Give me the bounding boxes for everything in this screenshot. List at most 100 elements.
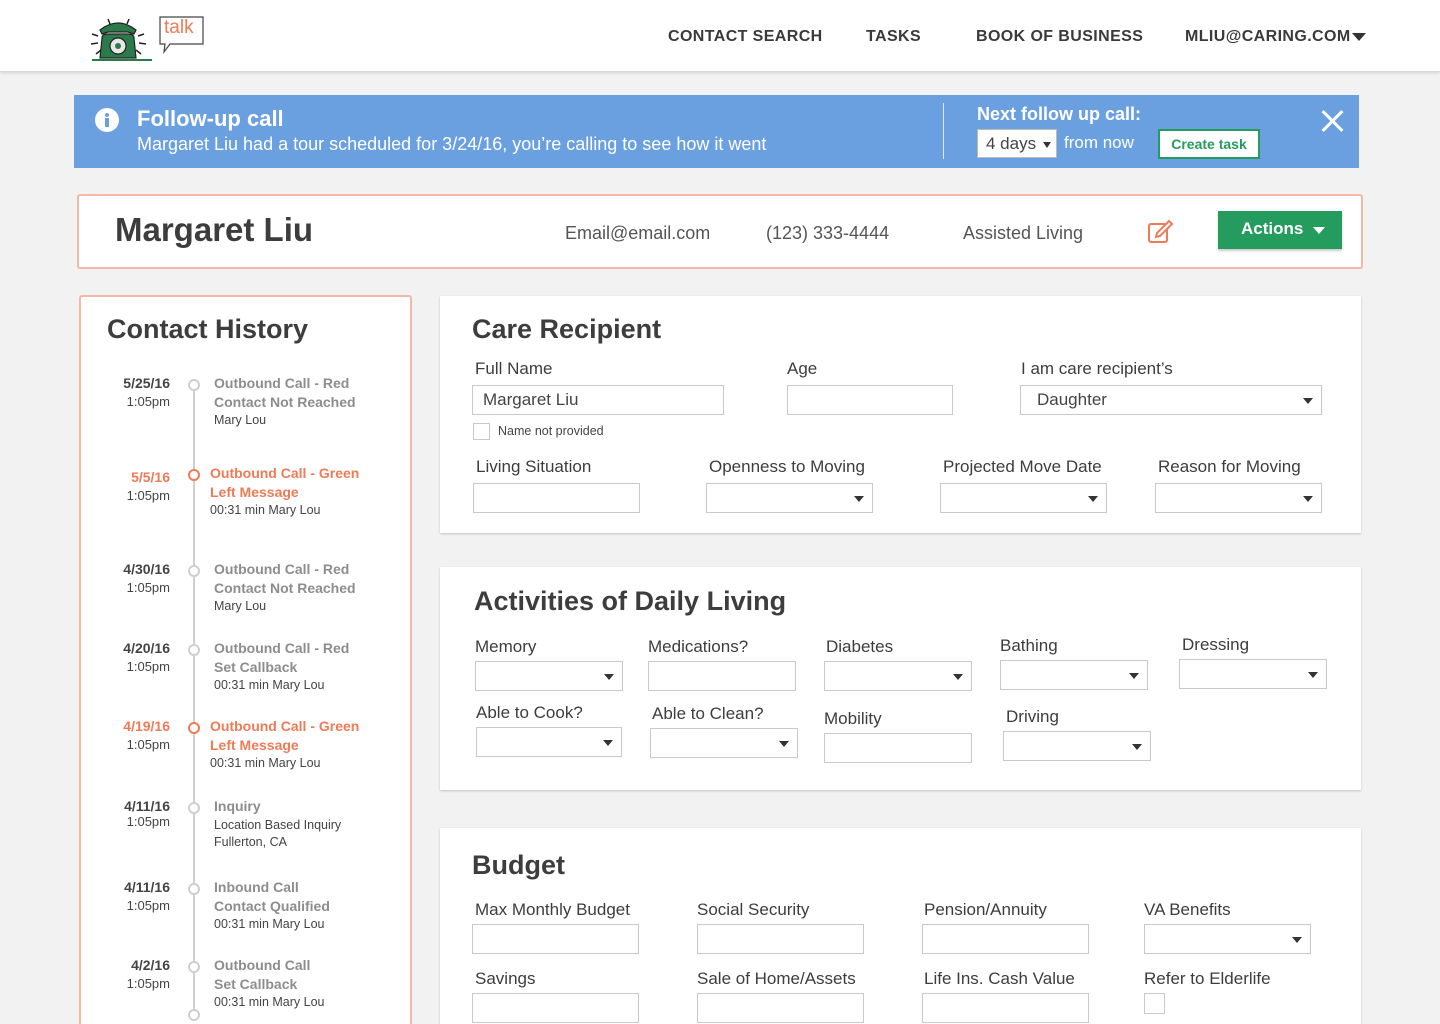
- driving-label: Driving: [1006, 707, 1059, 726]
- timeline-dot: [188, 644, 200, 656]
- max-monthly-label: Max Monthly Budget: [475, 900, 630, 919]
- max-monthly-input[interactable]: [472, 924, 639, 954]
- driving-select[interactable]: [1003, 731, 1151, 761]
- full-name-input[interactable]: Margaret Liu: [472, 385, 724, 415]
- talk-logo[interactable]: talk: [88, 14, 208, 64]
- contact-history-panel: Contact History 5/25/16 1:05pm Outbound …: [79, 295, 412, 1024]
- pension-input[interactable]: [922, 924, 1089, 954]
- follow-up-banner: Follow-up call Margaret Liu had a tour s…: [74, 95, 1359, 168]
- relation-label: I am care recipient’s: [1021, 359, 1173, 378]
- age-input[interactable]: [787, 385, 953, 415]
- memory-select[interactable]: [475, 661, 623, 691]
- medications-label: Medications?: [648, 637, 749, 656]
- clean-label: Able to Clean?: [652, 704, 764, 723]
- chevron-down-icon: [1292, 937, 1302, 943]
- history-item[interactable]: 5/25/16 1:05pm Outbound Call - Red Conta…: [81, 375, 411, 455]
- chevron-down-icon: [1088, 496, 1098, 502]
- create-task-button[interactable]: Create task: [1158, 129, 1260, 159]
- timeline-dot: [188, 883, 200, 895]
- care-recipient-title: Care Recipient: [472, 314, 662, 344]
- social-security-input[interactable]: [697, 924, 864, 954]
- diabetes-select[interactable]: [824, 661, 972, 691]
- actions-button[interactable]: Actions: [1218, 211, 1342, 249]
- living-situation-label: Living Situation: [476, 457, 592, 476]
- contact-email: Email@email.com: [565, 223, 711, 243]
- history-item[interactable]: 5/5/16 1:05pm Outbound Call - Green Left…: [81, 465, 411, 545]
- nav-book-of-business[interactable]: BOOK OF BUSINESS: [976, 28, 1143, 46]
- life-ins-input[interactable]: [922, 993, 1089, 1023]
- nav-contact-search[interactable]: CONTACT SEARCH: [668, 28, 823, 46]
- timeline-dot: [188, 379, 200, 391]
- banner-message: Margaret Liu had a tour scheduled for 3/…: [137, 134, 767, 154]
- follow-up-interval-select[interactable]: 4 days: [977, 129, 1057, 158]
- chevron-down-icon: [1303, 398, 1313, 404]
- care-recipient-panel: Care Recipient Full Name Margaret Liu Ag…: [440, 296, 1361, 533]
- user-menu[interactable]: MLIU@CARING.COM: [1185, 28, 1351, 46]
- memory-label: Memory: [475, 637, 537, 656]
- name-not-provided-checkbox[interactable]: [473, 423, 490, 440]
- dressing-label: Dressing: [1182, 635, 1250, 654]
- caret-down-icon: [1313, 227, 1325, 234]
- move-date-label: Projected Move Date: [943, 457, 1102, 476]
- contact-phone: (123) 333-4444: [766, 223, 890, 243]
- bathing-select[interactable]: [1000, 660, 1148, 690]
- living-situation-input[interactable]: [473, 483, 640, 513]
- chevron-down-icon: [779, 741, 789, 747]
- cook-select[interactable]: [476, 727, 622, 757]
- va-benefits-select[interactable]: [1144, 924, 1311, 954]
- cook-label: Able to Cook?: [476, 703, 583, 722]
- name-not-provided-label: Name not provided: [498, 424, 604, 438]
- timeline-dot: [188, 1009, 200, 1021]
- timeline-dot: [188, 722, 200, 734]
- history-item[interactable]: 4/20/16 1:05pm Outbound Call - Red Set C…: [81, 640, 411, 720]
- chevron-down-icon[interactable]: [1352, 33, 1366, 41]
- adl-title: Activities of Daily Living: [474, 586, 787, 616]
- history-item[interactable]: 4/11/16 1:05pm Inbound Call Contact Qual…: [81, 879, 411, 959]
- info-icon: [95, 108, 119, 132]
- mobility-input[interactable]: [824, 733, 972, 763]
- relation-select[interactable]: Daughter: [1020, 385, 1322, 415]
- chevron-down-icon: [1308, 672, 1318, 678]
- timeline-dot: [188, 961, 200, 973]
- next-follow-up-label: Next follow up call:: [977, 104, 1142, 124]
- contact-care-type: Assisted Living: [963, 223, 1084, 243]
- elderlife-checkbox[interactable]: [1144, 993, 1165, 1014]
- history-item[interactable]: 4/2/16 1:05pm Outbound Call Set Callback…: [81, 957, 411, 1024]
- contact-history-title: Contact History: [107, 314, 309, 344]
- medications-input[interactable]: [648, 661, 796, 691]
- age-label: Age: [787, 359, 818, 378]
- life-ins-label: Life Ins. Cash Value: [924, 969, 1075, 988]
- diabetes-label: Diabetes: [826, 637, 894, 656]
- nav-tasks[interactable]: TASKS: [866, 28, 921, 46]
- timeline-dot: [188, 565, 200, 577]
- chevron-down-icon: [854, 496, 864, 502]
- dressing-select[interactable]: [1179, 659, 1327, 689]
- history-item[interactable]: 4/30/16 1:05pm Outbound Call - Red Conta…: [81, 561, 411, 641]
- logo-text: talk: [164, 17, 194, 38]
- contact-name: Margaret Liu: [115, 211, 314, 248]
- bathing-label: Bathing: [1000, 636, 1058, 655]
- openness-select[interactable]: [706, 483, 873, 513]
- reason-label: Reason for Moving: [1158, 457, 1301, 476]
- mobility-label: Mobility: [824, 709, 882, 728]
- sale-home-input[interactable]: [697, 993, 864, 1023]
- history-item[interactable]: 4/11/16 1:05pm Inquiry Location Based In…: [81, 798, 411, 878]
- move-date-select[interactable]: [940, 483, 1107, 513]
- clean-select[interactable]: [650, 728, 798, 758]
- chevron-down-icon: [1132, 744, 1142, 750]
- contact-summary-bar: Margaret Liu Email@email.com (123) 333-4…: [77, 194, 1363, 269]
- edit-icon[interactable]: [1147, 218, 1175, 246]
- history-item[interactable]: 4/19/16 1:05pm Outbound Call - Green Lef…: [81, 718, 411, 798]
- close-icon[interactable]: [1320, 109, 1344, 133]
- from-now-label: from now: [1064, 133, 1134, 152]
- reason-select[interactable]: [1155, 483, 1322, 513]
- pension-label: Pension/Annuity: [924, 900, 1047, 919]
- adl-panel: Activities of Daily Living Memory Medica…: [440, 567, 1361, 790]
- chevron-down-icon: [603, 740, 613, 746]
- chevron-down-icon: [1129, 673, 1139, 679]
- budget-panel: Budget Max Monthly Budget Social Securit…: [440, 828, 1361, 1024]
- full-name-label: Full Name: [475, 359, 553, 378]
- savings-label: Savings: [475, 969, 536, 988]
- savings-input[interactable]: [472, 993, 639, 1023]
- timeline-dot: [188, 802, 200, 814]
